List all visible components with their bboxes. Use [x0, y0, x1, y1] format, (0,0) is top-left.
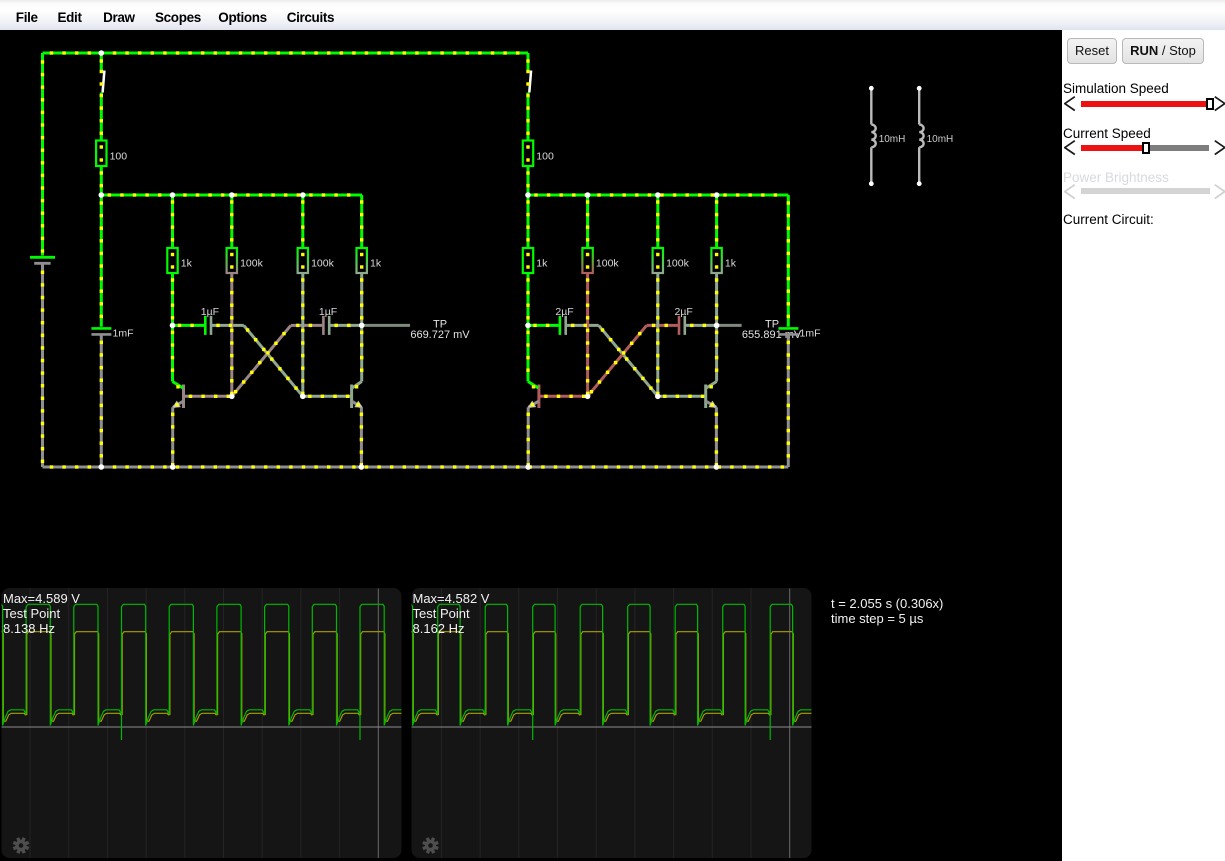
- svg-text:Max=4.589 V: Max=4.589 V: [3, 591, 80, 606]
- svg-text:1k: 1k: [536, 258, 548, 270]
- svg-text:t = 2.055 s (0.306x): t = 2.055 s (0.306x): [831, 596, 943, 611]
- svg-text:669.727 mV: 669.727 mV: [410, 329, 470, 341]
- svg-text:1mF: 1mF: [800, 328, 821, 340]
- svg-text:Max=4.582 V: Max=4.582 V: [413, 591, 490, 606]
- svg-text:10mH: 10mH: [879, 134, 906, 145]
- svg-text:2µF: 2µF: [675, 306, 693, 318]
- svg-text:1k: 1k: [725, 258, 737, 270]
- svg-text:Test Point: Test Point: [3, 606, 60, 621]
- svg-text:10mH: 10mH: [927, 134, 954, 145]
- svg-text:100: 100: [536, 151, 554, 163]
- svg-text:100: 100: [110, 151, 128, 163]
- svg-text:8.162 Hz: 8.162 Hz: [413, 621, 465, 636]
- svg-text:Test Point: Test Point: [413, 606, 470, 621]
- svg-text:1µF: 1µF: [319, 306, 337, 318]
- svg-text:1k: 1k: [181, 258, 193, 270]
- svg-text:1k: 1k: [370, 258, 382, 270]
- svg-text:2µF: 2µF: [555, 306, 573, 318]
- svg-text:time step = 5 µs: time step = 5 µs: [831, 611, 924, 626]
- svg-text:8.138 Hz: 8.138 Hz: [3, 621, 55, 636]
- svg-text:100k: 100k: [666, 258, 690, 270]
- svg-text:100k: 100k: [311, 258, 335, 270]
- svg-text:1mF: 1mF: [113, 328, 134, 340]
- svg-text:100k: 100k: [596, 258, 620, 270]
- svg-text:1µF: 1µF: [201, 306, 219, 318]
- svg-text:100k: 100k: [240, 258, 264, 270]
